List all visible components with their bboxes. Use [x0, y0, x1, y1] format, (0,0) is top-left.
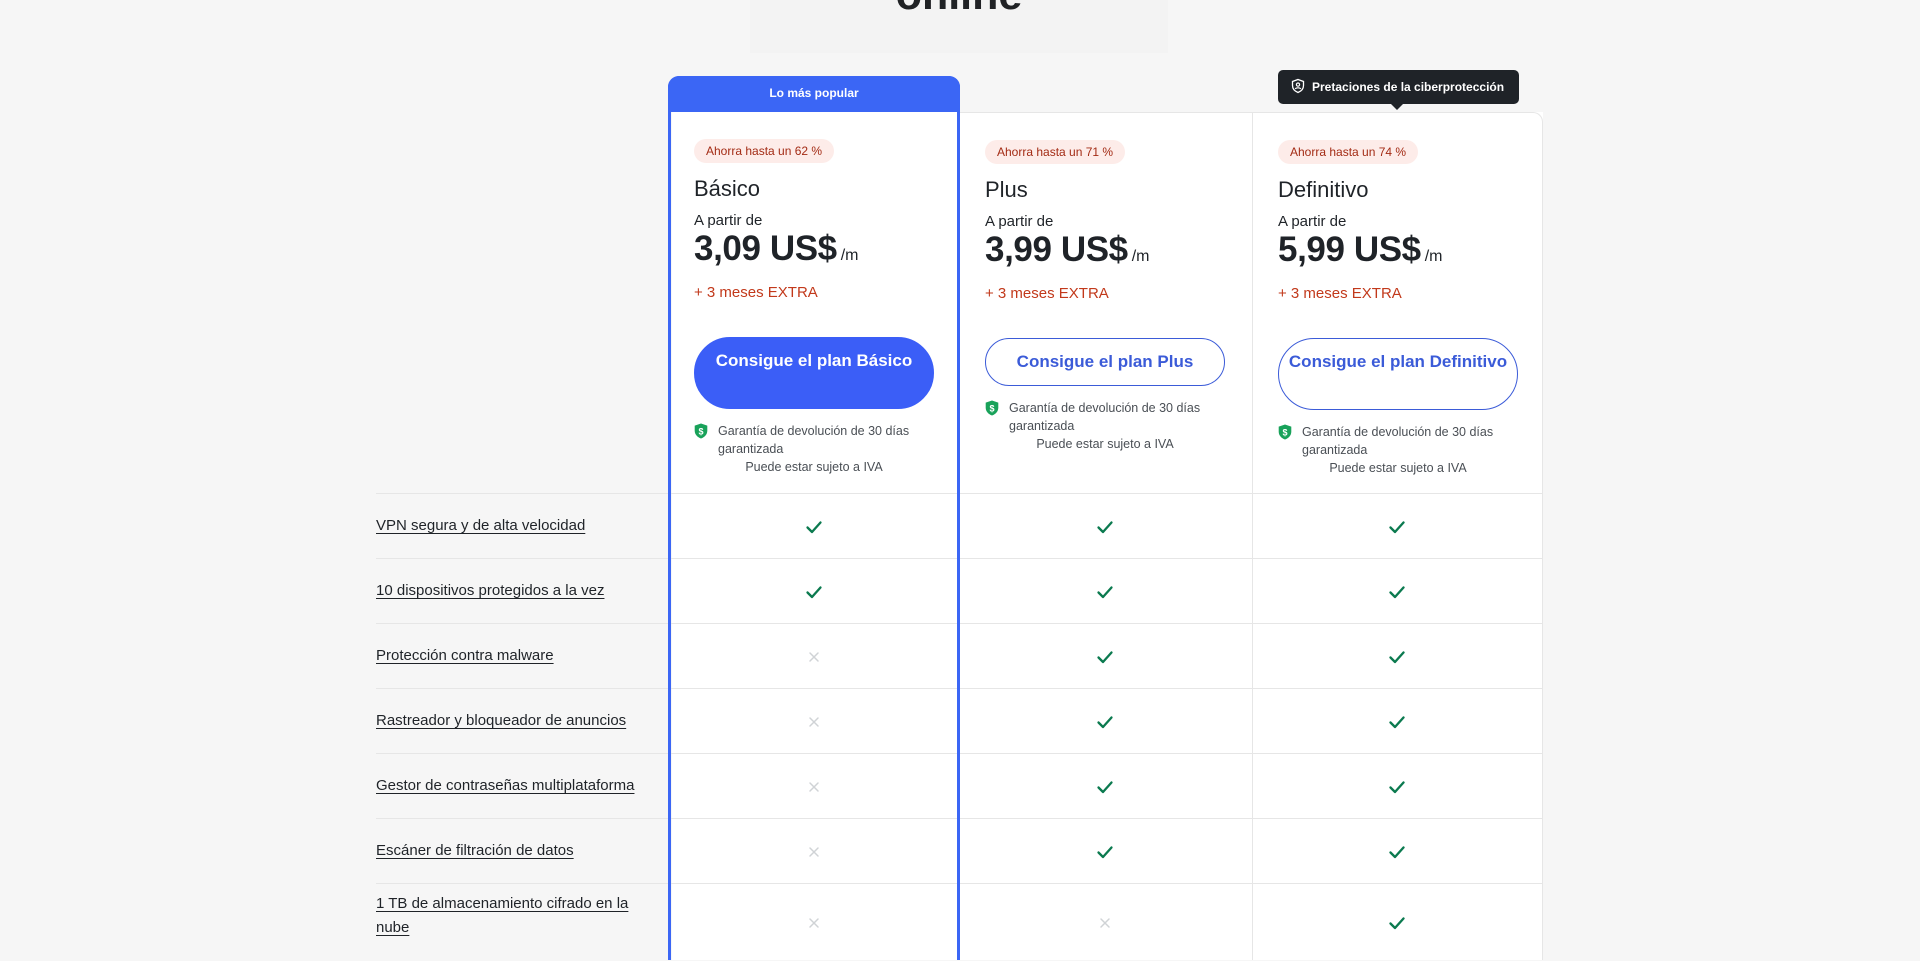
money-back-guarantee: $ Garantía de devolución de 30 días gara… [694, 422, 934, 476]
vat-note: Puede estar sujeto a IVA [1329, 461, 1467, 475]
page-title: online [750, 0, 1168, 17]
vat-note: Puede estar sujeto a IVA [745, 460, 883, 474]
guarantee-shield-icon: $ [985, 400, 999, 416]
checkmark-icon [1389, 585, 1405, 598]
checkmark-icon [1097, 520, 1113, 533]
checkmark-icon [1097, 845, 1113, 858]
cross-icon [809, 781, 819, 792]
price-from-label: A partir de [985, 213, 1054, 230]
page-title-area: online [750, 0, 1168, 53]
extra-months: + 3 meses EXTRA [694, 284, 818, 301]
price-amount: 3,09 US$ [694, 229, 837, 268]
cross-icon [809, 716, 819, 727]
feature-row: 1 TB de almacenamiento cifrado en la nub… [376, 883, 1543, 961]
cyberprotection-tooltip: Pretaciones de la ciberprotección [1278, 70, 1519, 110]
price-period: /m [1131, 248, 1150, 265]
feature-row: Rastreador y bloqueador de anuncios [376, 688, 1543, 754]
save-badge: Ahorra hasta un 71 % [985, 140, 1126, 164]
price: 3,09 US$/m [694, 229, 859, 269]
feature-row: Protección contra malware [376, 623, 1543, 689]
guarantee-text: Garantía de devolución de 30 días garant… [1009, 401, 1201, 433]
price-amount: 5,99 US$ [1278, 230, 1421, 269]
cross-icon [809, 651, 819, 662]
feature-row: VPN segura y de alta velocidad [376, 493, 1543, 559]
vat-note: Puede estar sujeto a IVA [1036, 437, 1174, 451]
svg-text:$: $ [698, 427, 703, 437]
svg-text:$: $ [989, 404, 994, 414]
checkmark-icon [1097, 650, 1113, 663]
checkmark-icon [1097, 780, 1113, 793]
guarantee-text: Garantía de devolución de 30 días garant… [1302, 425, 1494, 457]
checkmark-icon [806, 585, 822, 598]
get-basic-plan-button[interactable]: Consigue el plan Básico [694, 337, 934, 409]
get-plus-plan-button[interactable]: Consigue el plan Plus [985, 338, 1225, 386]
guarantee-shield-icon: $ [1278, 424, 1292, 440]
guarantee-shield-icon: $ [694, 423, 708, 439]
feature-row: Escáner de filtración de datos [376, 818, 1543, 884]
feature-label[interactable]: Rastreador y bloqueador de anuncios [376, 709, 626, 733]
extra-months: + 3 meses EXTRA [985, 285, 1109, 302]
checkmark-icon [806, 520, 822, 533]
checkmark-icon [1097, 585, 1113, 598]
price: 3,99 US$/m [985, 230, 1150, 270]
feature-row: Gestor de contraseñas multiplataforma [376, 753, 1543, 819]
checkmark-icon [1389, 780, 1405, 793]
feature-label[interactable]: Protección contra malware [376, 644, 554, 668]
price-period: /m [1424, 248, 1443, 265]
svg-text:$: $ [1282, 428, 1287, 438]
feature-label[interactable]: 10 dispositivos protegidos a la vez [376, 579, 604, 603]
feature-label[interactable]: Escáner de filtración de datos [376, 839, 574, 863]
popular-banner: Lo más popular [668, 76, 960, 112]
checkmark-icon [1389, 916, 1405, 929]
plan-name: Básico [694, 176, 761, 201]
money-back-guarantee: $ Garantía de devolución de 30 días gara… [1278, 423, 1518, 477]
price-amount: 3,99 US$ [985, 230, 1128, 269]
cross-icon [809, 846, 819, 857]
save-badge: Ahorra hasta un 62 % [694, 139, 835, 163]
feature-label[interactable]: VPN segura y de alta velocidad [376, 514, 585, 538]
checkmark-icon [1389, 520, 1405, 533]
extra-months: + 3 meses EXTRA [1278, 285, 1402, 302]
tooltip-arrow [1391, 104, 1403, 110]
save-badge: Ahorra hasta un 74 % [1278, 140, 1419, 164]
get-ultimate-plan-button[interactable]: Consigue el plan Definitivo [1278, 338, 1518, 410]
checkmark-icon [1389, 650, 1405, 663]
feature-label[interactable]: Gestor de contraseñas multiplataforma [376, 774, 634, 798]
plan-name: Definitivo [1278, 177, 1369, 202]
plan-name: Plus [985, 177, 1028, 202]
price-from-label: A partir de [1278, 213, 1347, 230]
feature-label[interactable]: 1 TB de almacenamiento cifrado en la nub… [376, 892, 646, 940]
price-period: /m [840, 247, 859, 264]
shield-icon [1291, 78, 1305, 94]
popular-label: Lo más popular [769, 86, 859, 100]
price-from-label: A partir de [694, 212, 763, 229]
cross-icon [1100, 917, 1110, 928]
guarantee-text: Garantía de devolución de 30 días garant… [718, 424, 910, 456]
feature-row: 10 dispositivos protegidos a la vez [376, 558, 1543, 624]
checkmark-icon [1389, 845, 1405, 858]
checkmark-icon [1097, 715, 1113, 728]
price: 5,99 US$/m [1278, 230, 1443, 270]
money-back-guarantee: $ Garantía de devolución de 30 días gara… [985, 399, 1225, 453]
checkmark-icon [1389, 715, 1405, 728]
tooltip-text: Pretaciones de la ciberprotección [1312, 80, 1505, 94]
cross-icon [809, 917, 819, 928]
